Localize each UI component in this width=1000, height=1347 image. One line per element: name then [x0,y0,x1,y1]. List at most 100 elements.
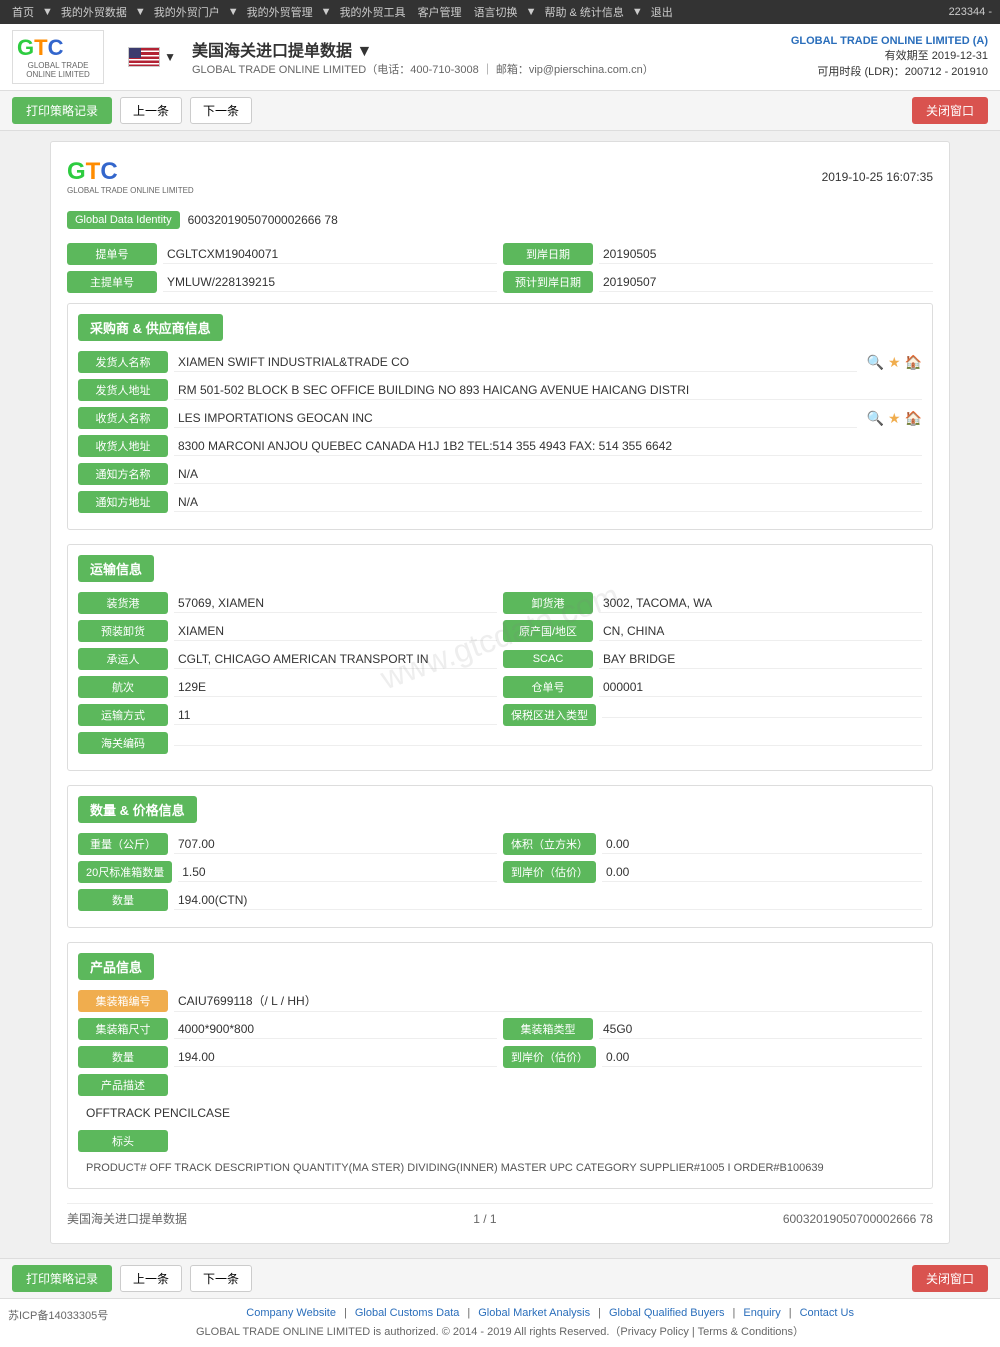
bottom-prev-button[interactable]: 上一条 [120,1265,182,1292]
prev-button[interactable]: 上一条 [120,97,182,124]
nav-home[interactable]: 首页 [8,2,38,22]
transport-mode-field: 运输方式 11 [78,704,497,726]
nav-logout[interactable]: 退出 [647,2,677,22]
bonded-value [602,713,922,718]
loading-port-field: 装货港 57069, XIAMEN [78,592,497,614]
marks-btn: 标头 [78,1130,922,1152]
pre-unloading-label: 预装卸货 [78,620,168,642]
nav-my-data[interactable]: 我的外贸数据 [57,2,131,22]
flag-dropdown[interactable]: ▼ [164,50,176,64]
nav-my-manage[interactable]: 我的外贸管理 [243,2,317,22]
buyer-supplier-header: 采购商 & 供应商信息 [78,314,223,341]
container20-field: 20尺标准箱数量 1.50 [78,861,497,883]
master-bill-label: 主提单号 [67,271,157,293]
qty-field: 数量 194.00(CTN) [78,889,922,911]
nav-help[interactable]: 帮助 & 统计信息 [540,2,627,22]
master-bill-fields: 主提单号 YMLUW/228139215 预计到岸日期 20190507 [67,271,933,293]
product-desc-btn: 产品描述 [78,1074,922,1096]
unit-price-label: 到岸价（估价） [503,861,596,883]
prod-unitprice-value: 0.00 [602,1048,922,1067]
user-count: 223344 - [949,6,992,18]
container-size-field: 集装箱尺寸 4000*900*800 [78,1018,497,1040]
footer-qualified-buyers[interactable]: Global Qualified Buyers [609,1307,725,1319]
pre-unloading-value: XIAMEN [174,622,497,641]
logo: GTC GLOBAL TRADE ONLINE LIMITED [12,30,104,84]
sender-search-icon[interactable]: 🔍 [867,354,884,371]
footer-market-analysis[interactable]: Global Market Analysis [478,1307,590,1319]
nav-my-portal[interactable]: 我的外贸门户 [150,2,224,22]
footer-customs-data[interactable]: Global Customs Data [355,1307,460,1319]
volume-field: 体积（立方米） 0.00 [503,833,922,855]
top-toolbar: 打印策略记录 上一条 下一条 关闭窗口 [0,91,1000,131]
data-identity-value: 60032019050700002666 78 [188,213,338,227]
container-unitprice-row: 20尺标准箱数量 1.50 到岸价（估价） 0.00 [78,861,922,883]
unit-price-value: 0.00 [602,863,922,882]
page-footer: 苏ICP备14033305号 Company Website | Global … [0,1298,1000,1347]
page-title: 美国海关进口提单数据 ▼ [192,37,791,61]
quantity-price-section: 数量 & 价格信息 重量（公斤） 707.00 体积（立方米） 0.00 20尺… [67,785,933,928]
footer-contact[interactable]: Contact Us [800,1307,854,1319]
nav-customer[interactable]: 客户管理 [414,2,466,22]
buyer-supplier-section: 采购商 & 供应商信息 发货人名称 XIAMEN SWIFT INDUSTRIA… [67,303,933,530]
container-type-value: 45G0 [599,1020,922,1039]
receiver-name-value: LES IMPORTATIONS GEOCAN INC [174,409,857,428]
mode-bonded-row: 运输方式 11 保税区进入类型 [78,704,922,726]
print-button[interactable]: 打印策略记录 [12,97,112,124]
top-bar: 首页 ▼ 我的外贸数据 ▼ 我的外贸门户 ▼ 我的外贸管理 ▼ 我的外贸工具 客… [0,0,1000,24]
container-no-field: 集装箱编号 CAIU7699118（/ L / HH） [78,990,922,1012]
container20-label: 20尺标准箱数量 [78,861,172,883]
company-name: GLOBAL TRADE ONLINE LIMITED (A) [791,35,988,47]
container-size-label: 集装箱尺寸 [78,1018,168,1040]
card-datetime: 2019-10-25 16:07:35 [822,170,933,184]
sender-star-icon[interactable]: ★ [888,354,901,371]
preunload-dest-row: 预装卸货 XIAMEN 原产国/地区 CN, CHINA [78,620,922,642]
receiver-star-icon[interactable]: ★ [888,410,901,427]
bottom-close-button[interactable]: 关闭窗口 [912,1265,988,1292]
close-button[interactable]: 关闭窗口 [912,97,988,124]
unloading-port-value: 3002, TACOMA, WA [599,594,922,613]
footer-links[interactable]: Company Website | Global Customs Data | … [246,1307,854,1319]
account-area: GLOBAL TRADE ONLINE LIMITED (A) 有效期至 201… [791,35,988,79]
sender-home-icon[interactable]: 🏠 [905,354,922,371]
bonded-field: 保税区进入类型 [503,704,922,726]
logo-subtitle: GLOBAL TRADE ONLINE LIMITED [17,61,99,79]
sender-address-row: 发货人地址 RM 501-502 BLOCK B SEC OFFICE BUIL… [78,379,922,401]
carrier-label: 承运人 [78,648,168,670]
bonded-label: 保税区进入类型 [503,704,596,726]
bottom-toolbar: 打印策略记录 上一条 下一条 关闭窗口 [0,1258,1000,1298]
page-header: GTC GLOBAL TRADE ONLINE LIMITED ▼ 美国海关进口… [0,24,1000,91]
prod-qty-field: 数量 194.00 [78,1046,497,1068]
arrival-date-value: 20190505 [599,245,933,264]
bottom-next-button[interactable]: 下一条 [190,1265,252,1292]
receiver-address-value: 8300 MARCONI ANJOU QUEBEC CANADA H1J 1B2… [174,437,922,456]
footer-company-website[interactable]: Company Website [246,1307,336,1319]
top-navigation[interactable]: 首页 ▼ 我的外贸数据 ▼ 我的外贸门户 ▼ 我的外贸管理 ▼ 我的外贸工具 客… [8,2,677,22]
footer-copyright: GLOBAL TRADE ONLINE LIMITED is authorize… [8,1323,992,1339]
transport-header: 运输信息 [78,555,154,582]
page-subtitle: GLOBAL TRADE ONLINE LIMITED（电话：400-710-3… [192,61,791,77]
quantity-price-header: 数量 & 价格信息 [78,796,197,823]
receiver-home-icon[interactable]: 🏠 [905,410,922,427]
prod-qty-value: 194.00 [174,1048,497,1067]
card-header: GTC GLOBAL TRADE ONLINE LIMITED 2019-10-… [67,158,933,195]
container-type-label: 集装箱类型 [503,1018,593,1040]
nav-my-tools[interactable]: 我的外贸工具 [336,2,410,22]
next-button[interactable]: 下一条 [190,97,252,124]
footer-enquiry[interactable]: Enquiry [743,1307,780,1319]
footer-page: 1 / 1 [473,1212,496,1226]
card-logo: GTC GLOBAL TRADE ONLINE LIMITED [67,158,194,195]
volume-label: 体积（立方米） [503,833,596,855]
sender-name-row: 发货人名称 XIAMEN SWIFT INDUSTRIAL&TRADE CO 🔍… [78,351,922,373]
title-area: 美国海关进口提单数据 ▼ GLOBAL TRADE ONLINE LIMITED… [192,37,791,77]
port-row: 装货港 57069, XIAMEN 卸货港 3002, TACOMA, WA [78,592,922,614]
record-card: www.gtcdata.com GTC GLOBAL TRADE ONLINE … [50,141,950,1244]
bottom-print-button[interactable]: 打印策略记录 [12,1265,112,1292]
receiver-search-icon[interactable]: 🔍 [867,410,884,427]
volume-value: 0.00 [602,835,922,854]
nav-language[interactable]: 语言切换 [470,2,522,22]
marks-label: 标头 [78,1130,168,1152]
logo-c: C [48,35,64,60]
available-period: 可用时段 (LDR)：200712 - 201910 [791,63,988,79]
carrier-row: 承运人 CGLT, CHICAGO AMERICAN TRANSPORT IN … [78,648,922,670]
container-size-type-row: 集装箱尺寸 4000*900*800 集装箱类型 45G0 [78,1018,922,1040]
